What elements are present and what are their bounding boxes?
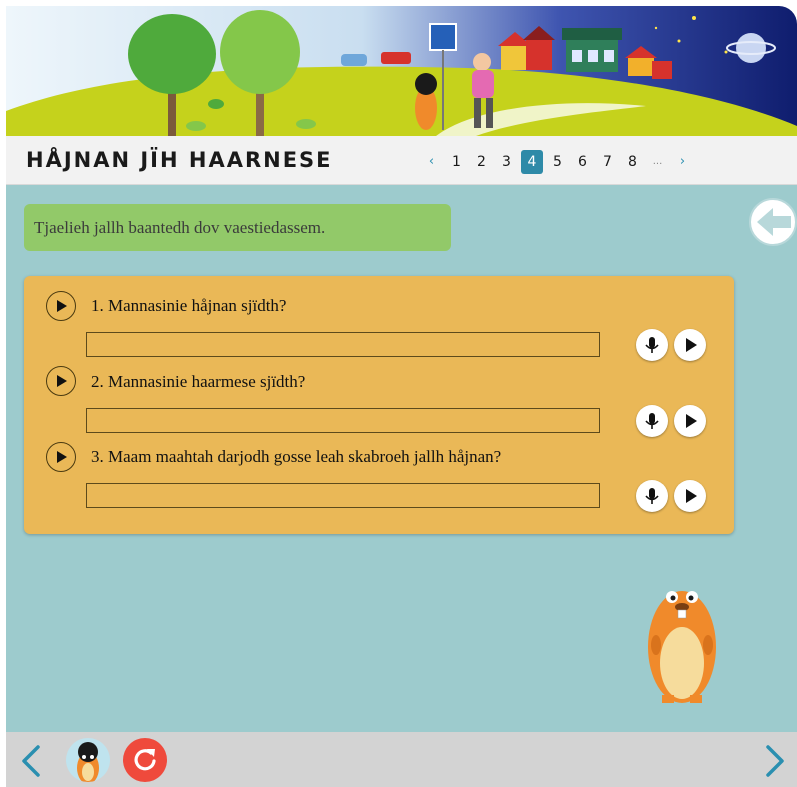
instruction-box: Tjaelieh jallh baantedh dov vaestiedasse… xyxy=(24,204,451,251)
arrow-left-icon xyxy=(757,208,791,236)
question-2-answer-input[interactable] xyxy=(86,408,600,433)
question-2-playback-button[interactable] xyxy=(674,405,706,437)
previous-page-button[interactable] xyxy=(20,744,42,778)
play-icon xyxy=(686,489,697,503)
question-card: 1. Mannasinie håjnan sjïdth? 2. Mannasin… xyxy=(24,276,734,534)
play-icon xyxy=(57,300,67,312)
back-button[interactable] xyxy=(749,198,797,246)
question-3-text: 3. Maam maahtah darjodh gosse leah skabr… xyxy=(91,447,502,466)
pager-ellipsis: ... xyxy=(652,156,663,167)
pager-page-8[interactable]: 8 xyxy=(620,150,645,174)
question-1-answer-input[interactable] xyxy=(86,332,600,357)
instruction-text: Tjaelieh jallh baantedh dov vaestiedasse… xyxy=(34,218,326,237)
question-3-play-button[interactable] xyxy=(46,442,76,472)
beaver-mascot xyxy=(648,591,716,703)
app: HÅJNAN JÏH HAARNESE ‹ 1 2 3 4 5 6 7 8 ..… xyxy=(6,6,797,787)
pager-page-7[interactable]: 7 xyxy=(595,150,620,174)
pager-page-4-current[interactable]: 4 xyxy=(521,150,543,174)
beaver-icon xyxy=(77,742,99,782)
question-3-playback-button[interactable] xyxy=(674,480,706,512)
question-1-text: 1. Mannasinie håjnan sjïdth? xyxy=(91,296,287,315)
play-icon xyxy=(57,375,67,387)
question-1-playback-button[interactable] xyxy=(674,329,706,361)
microphone-icon xyxy=(645,488,659,504)
bottom-toolbar xyxy=(6,732,797,787)
banner-illustration xyxy=(6,6,797,136)
play-icon xyxy=(686,414,697,428)
question-2-record-button[interactable] xyxy=(636,405,668,437)
pager-page-3[interactable]: 3 xyxy=(494,150,519,174)
microphone-icon xyxy=(645,413,659,429)
pager-page-1[interactable]: 1 xyxy=(444,150,469,174)
play-icon xyxy=(686,338,697,352)
microphone-icon xyxy=(645,337,659,353)
pager-page-2[interactable]: 2 xyxy=(469,150,494,174)
question-2-text: 2. Mannasinie haarmese sjïdth? xyxy=(91,372,306,391)
pager-next-button[interactable]: › xyxy=(670,150,695,174)
question-3-record-button[interactable] xyxy=(636,480,668,512)
next-page-button[interactable] xyxy=(764,744,786,778)
question-1-play-button[interactable] xyxy=(46,291,76,321)
question-1-record-button[interactable] xyxy=(636,329,668,361)
header-banner xyxy=(6,6,797,136)
play-icon xyxy=(57,451,67,463)
pagination: ‹ 1 2 3 4 5 6 7 8 ... › xyxy=(419,150,695,174)
reset-button[interactable] xyxy=(123,738,167,782)
exercise-area: Tjaelieh jallh baantedh dov vaestiedasse… xyxy=(6,185,797,732)
question-3-answer-input[interactable] xyxy=(86,483,600,508)
question-2-play-button[interactable] xyxy=(46,366,76,396)
refresh-icon xyxy=(134,749,156,771)
mascot-avatar-button[interactable] xyxy=(66,738,110,782)
pager-page-6[interactable]: 6 xyxy=(570,150,595,174)
pager-prev-button[interactable]: ‹ xyxy=(419,150,444,174)
page-title: HÅJNAN JÏH HAARNESE xyxy=(26,148,333,172)
pager-page-5[interactable]: 5 xyxy=(545,150,570,174)
title-bar: HÅJNAN JÏH HAARNESE ‹ 1 2 3 4 5 6 7 8 ..… xyxy=(6,136,797,185)
